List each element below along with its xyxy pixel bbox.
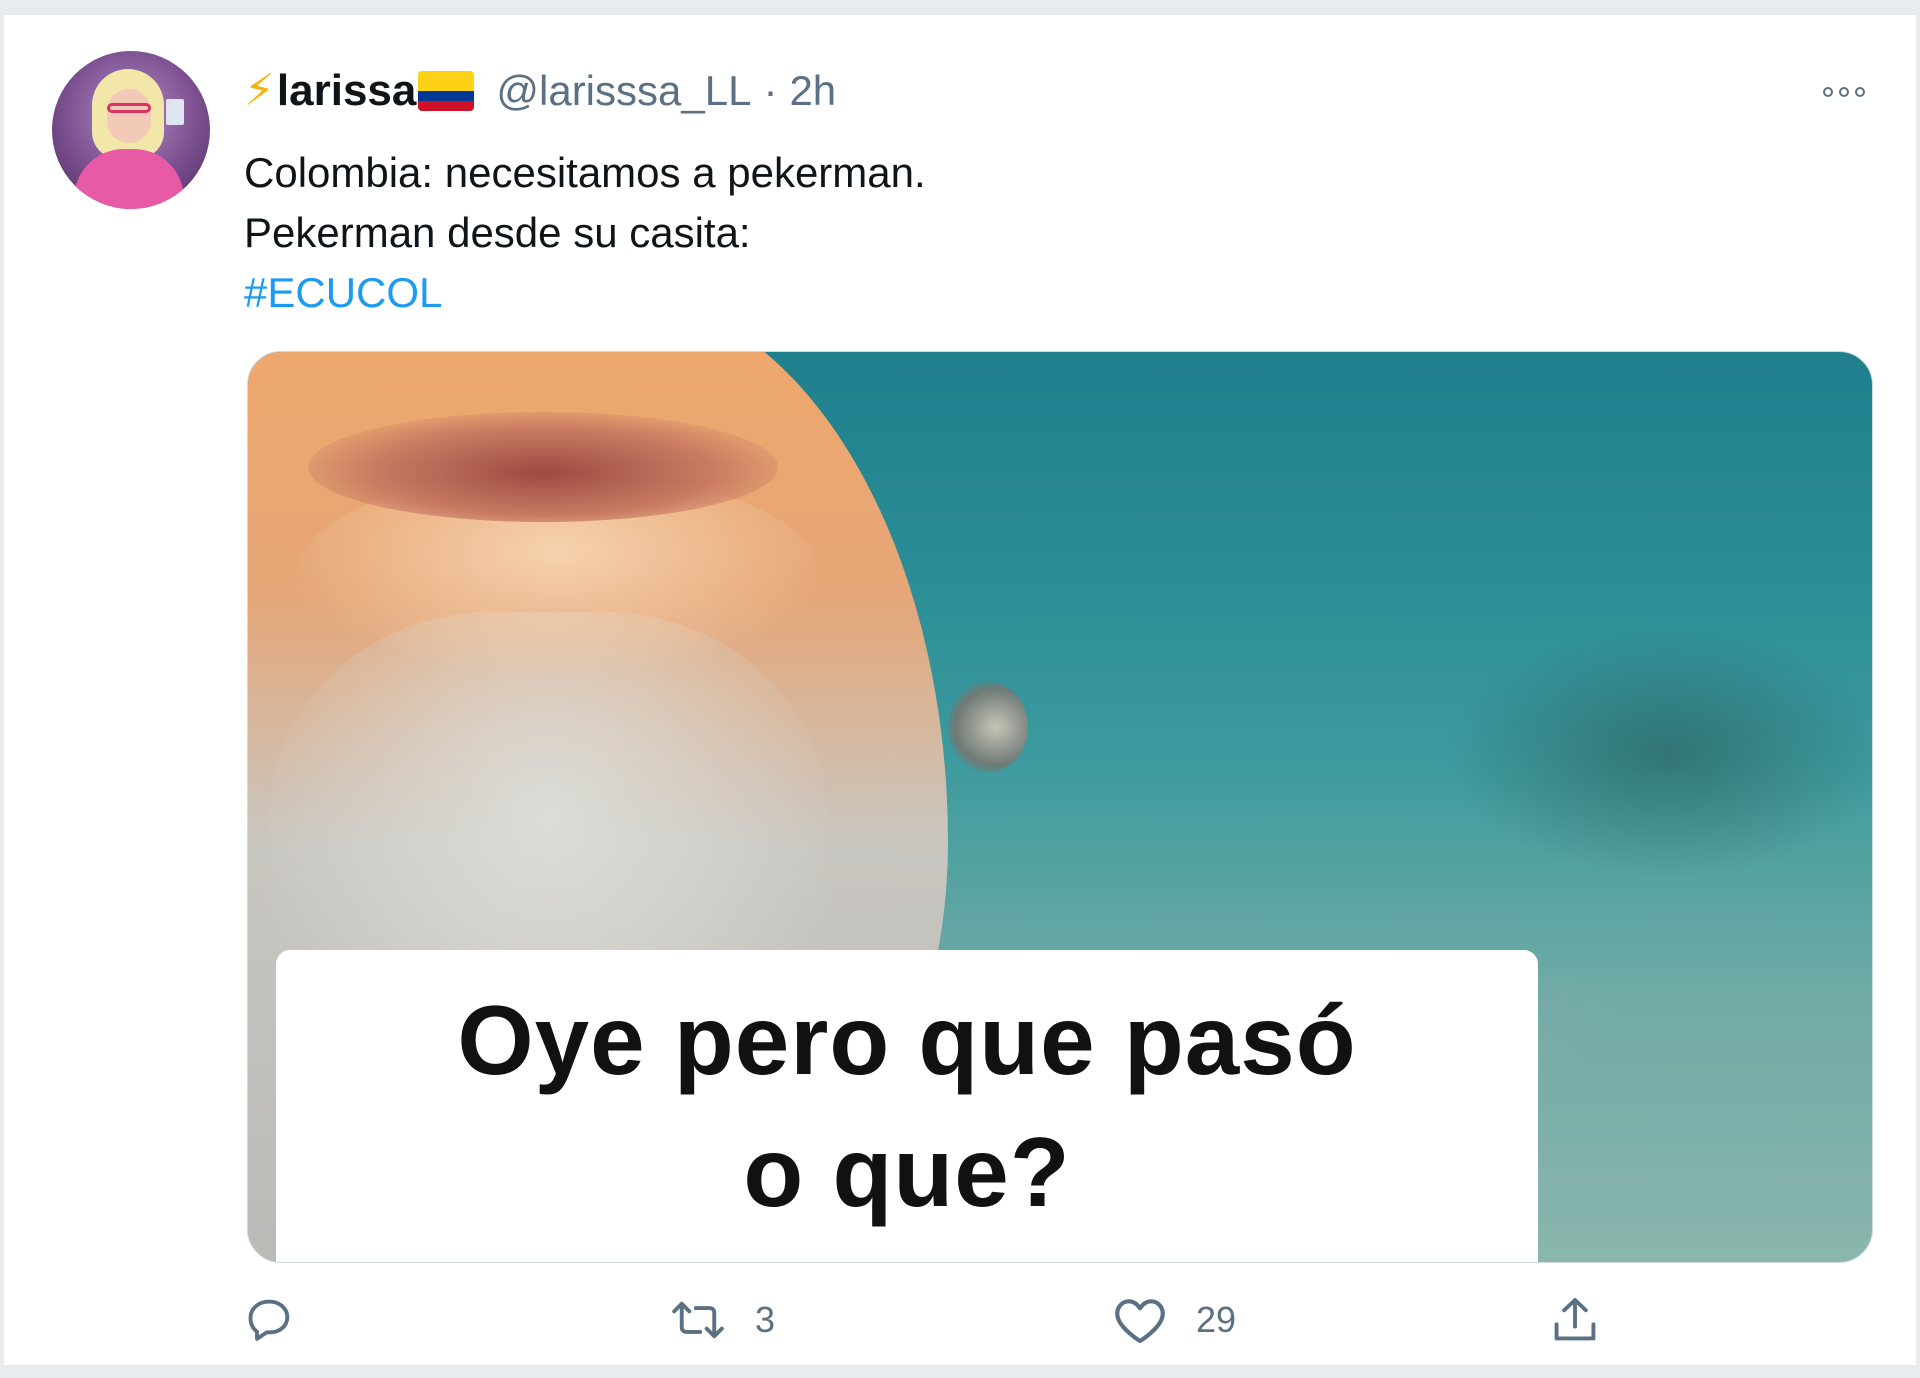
page-background: ⚡ larissa @larisssa_LL · 2h Colombia: ne… — [0, 0, 1920, 1378]
bolt-icon: ⚡ — [244, 66, 275, 115]
share-icon — [1554, 1298, 1596, 1341]
tweet-header: ⚡ larissa @larisssa_LL · 2h — [244, 65, 836, 117]
timestamp[interactable]: 2h — [789, 67, 836, 115]
separator-dot: · — [763, 67, 778, 114]
like-icon — [1115, 1299, 1165, 1344]
small-fish-image — [948, 682, 1028, 772]
colombia-flag-icon — [418, 71, 475, 111]
like-count: 29 — [1196, 1299, 1237, 1340]
tweet-text-line: Pekerman desde su casita: — [244, 209, 751, 256]
meme-caption: Oye pero que pasó o que? — [457, 985, 1357, 1227]
retweet-count: 3 — [755, 1299, 776, 1340]
reply-button[interactable] — [244, 1285, 324, 1355]
like-button[interactable]: 29 — [1112, 1285, 1236, 1355]
meme-caption-box: Oye pero que pasó o que? — [276, 950, 1538, 1262]
tweet-actions: 3 29 — [244, 1285, 1644, 1355]
tweet-card[interactable]: ⚡ larissa @larisssa_LL · 2h Colombia: ne… — [4, 14, 1916, 1366]
tweet-text: Colombia: necesitamos a pekerman. Pekerm… — [244, 143, 926, 323]
hashtag-link[interactable]: #ECUCOL — [244, 263, 926, 323]
tweet-text-line: Colombia: necesitamos a pekerman. — [244, 149, 926, 196]
display-name[interactable]: larissa — [277, 69, 416, 113]
reply-icon — [248, 1299, 290, 1341]
more-icon[interactable] — [1816, 77, 1872, 107]
avatar[interactable] — [52, 51, 210, 209]
user-handle[interactable]: @larisssa_LL — [496, 67, 751, 115]
retweet-button[interactable]: 3 — [669, 1285, 775, 1355]
retweet-icon — [672, 1301, 724, 1339]
share-button[interactable] — [1549, 1285, 1601, 1355]
tweet-media[interactable]: Oye pero que pasó o que? — [247, 351, 1873, 1263]
